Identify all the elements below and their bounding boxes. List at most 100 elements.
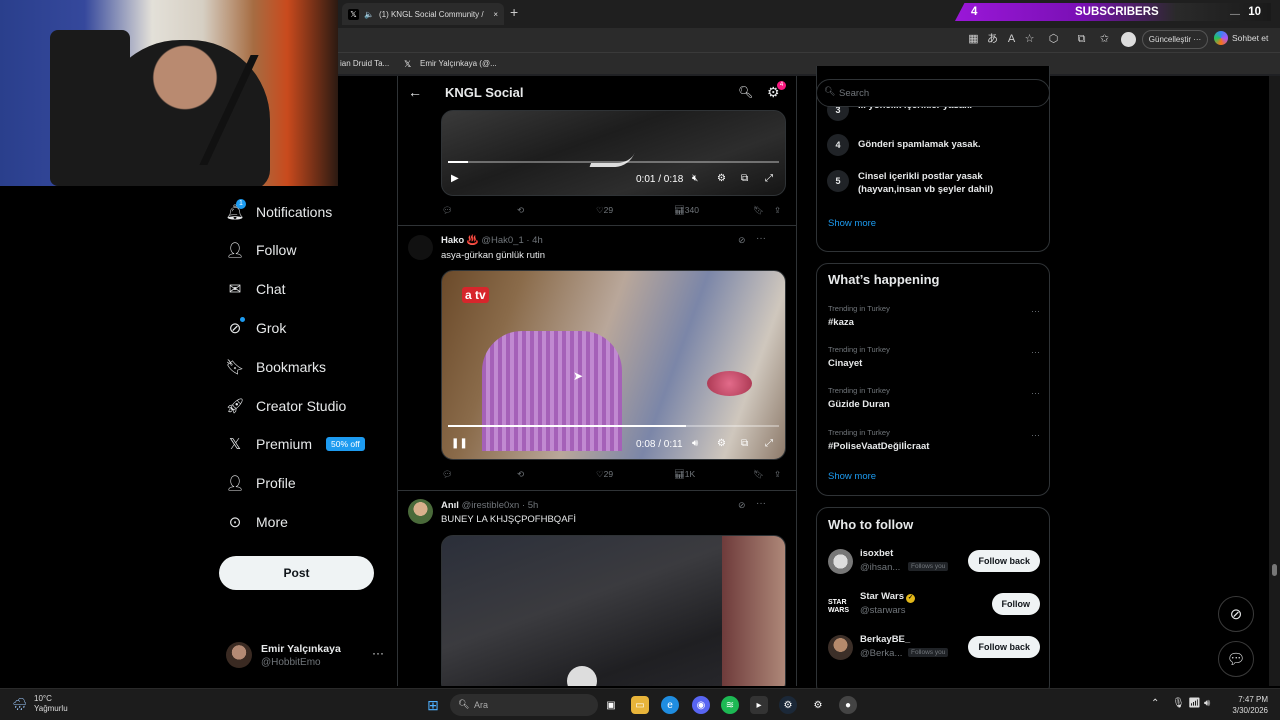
nav-grok[interactable]: ⊘ Grok bbox=[226, 316, 286, 340]
volume-icon[interactable]: 🔊︎ bbox=[1204, 698, 1210, 709]
nav-bookmarks[interactable]: 🔖︎ Bookmarks bbox=[225, 355, 326, 379]
grok-icon[interactable]: ⊘ bbox=[738, 235, 746, 246]
more-icon[interactable]: ··· bbox=[1031, 430, 1040, 440]
windows-start-icon[interactable]: ⊞ bbox=[424, 696, 442, 714]
more-icon[interactable]: ··· bbox=[1031, 306, 1040, 316]
nav-more[interactable]: ⊙ More bbox=[226, 510, 288, 534]
microphone-icon[interactable]: 🎙︎ bbox=[1172, 698, 1185, 709]
trend-item[interactable]: Trending in Turkey Güzide Duran ··· bbox=[828, 386, 1040, 410]
trend-item[interactable]: Trending in Turkey #kaza ··· bbox=[828, 304, 1040, 328]
account-more-icon[interactable]: ··· bbox=[372, 646, 384, 660]
search-icon[interactable]: 🔍︎ bbox=[738, 85, 753, 99]
follow-back-button[interactable]: Follow back bbox=[968, 550, 1040, 572]
fullscreen-icon[interactable]: ⤢ bbox=[765, 438, 773, 449]
nav-creator-studio[interactable]: 🚀︎ Creator Studio bbox=[225, 394, 346, 418]
file-explorer-icon[interactable]: ▭ bbox=[631, 696, 649, 714]
new-tab-button[interactable]: + bbox=[510, 4, 518, 20]
split-screen-icon[interactable]: ⧉ bbox=[1075, 33, 1088, 46]
reply-icon[interactable]: 💬︎ bbox=[442, 469, 453, 480]
bookmark-icon[interactable]: 🔖︎ bbox=[753, 205, 764, 216]
account-switcher[interactable]: Emir Yalçınkaya @HobbitEmo ··· bbox=[226, 640, 386, 672]
steam-icon[interactable]: ⚙ bbox=[779, 696, 797, 714]
nav-premium[interactable]: 𝕏 Premium 50% off bbox=[226, 432, 365, 456]
profile-avatar-icon[interactable] bbox=[1121, 32, 1136, 47]
speaker-icon[interactable]: 🔈 bbox=[364, 10, 374, 19]
grid-icon[interactable]: ▦ bbox=[967, 33, 980, 46]
trend-item[interactable]: Trending in Turkey #PoliseVaatDeğilİcraa… bbox=[828, 428, 1040, 452]
more-icon[interactable]: ··· bbox=[1031, 388, 1040, 398]
tweet-author[interactable]: Hako ♨️ @Hak0_1 · 4h bbox=[441, 235, 543, 246]
video-player[interactable]: a tv ➤ ❚❚ 0:08 / 0:11 🔊︎ ⚙ ⧉ ⤢ bbox=[441, 270, 786, 460]
scrollbar-thumb[interactable] bbox=[1272, 564, 1277, 576]
update-button[interactable]: Güncelleştir ··· bbox=[1142, 30, 1208, 49]
bookmark-item[interactable]: ian Druid Ta... bbox=[340, 59, 389, 68]
video-player[interactable] bbox=[441, 535, 786, 686]
read-aloud-icon[interactable]: A bbox=[1005, 33, 1018, 46]
views-button[interactable]: 📊︎ 1K bbox=[674, 469, 695, 480]
like-button[interactable]: ♡ 29 bbox=[596, 205, 613, 216]
wifi-icon[interactable]: 📶︎ bbox=[1188, 698, 1201, 709]
nav-chat[interactable]: ✉ Chat bbox=[226, 277, 286, 301]
settings-gear-icon[interactable]: ⚙ bbox=[809, 696, 827, 714]
like-button[interactable]: ♡ 29 bbox=[596, 469, 613, 480]
pip-icon[interactable]: ⧉ bbox=[741, 438, 748, 449]
obs-icon[interactable]: ● bbox=[839, 696, 857, 714]
translate-icon[interactable]: あ bbox=[986, 33, 999, 46]
play-icon[interactable]: ▶ bbox=[451, 173, 459, 184]
extensions-icon[interactable]: ⬡ bbox=[1047, 33, 1060, 46]
chevron-up-icon[interactable]: ⌃ bbox=[1151, 698, 1159, 709]
trend-item[interactable]: Trending in Turkey Cinayet ··· bbox=[828, 345, 1040, 369]
pip-icon[interactable]: ⧉ bbox=[741, 173, 748, 184]
taskbar-search[interactable]: Ara bbox=[450, 694, 598, 716]
spotify-icon[interactable]: ≋ bbox=[721, 696, 739, 714]
weather-widget[interactable]: 10°C Yağmurlu bbox=[12, 694, 68, 714]
avatar[interactable] bbox=[408, 235, 433, 260]
favorite-icon[interactable]: ☆ bbox=[1023, 33, 1036, 46]
follow-suggestion[interactable]: STAR WARS Star Wars ✓ @starwars Follow bbox=[828, 590, 1040, 620]
discord-icon[interactable]: ◉ bbox=[692, 696, 710, 714]
minimize-icon[interactable]: — bbox=[1230, 9, 1240, 20]
more-icon[interactable]: ··· bbox=[1031, 347, 1040, 357]
share-icon[interactable]: ⇪ bbox=[774, 205, 781, 216]
settings-icon[interactable]: ⚙ bbox=[717, 438, 726, 449]
more-icon[interactable]: ··· bbox=[756, 233, 766, 244]
close-tab-icon[interactable]: × bbox=[493, 10, 498, 19]
tweet-author[interactable]: Anıl @irestible0xn · 5h bbox=[441, 500, 538, 511]
system-clock[interactable]: 7:47 PM 3/30/2026 bbox=[1222, 694, 1268, 716]
avatar[interactable] bbox=[408, 499, 433, 524]
chat-copilot-button[interactable]: Sohbet et bbox=[1214, 31, 1268, 45]
video-player[interactable]: ▶ 0:01 / 0:18 🔇︎ ⚙ ⧉ ⤢ bbox=[441, 110, 786, 196]
terminal-icon[interactable]: ▸ bbox=[750, 696, 768, 714]
messages-fab-button[interactable]: 💬︎ bbox=[1218, 641, 1254, 677]
edge-browser-icon[interactable]: e bbox=[661, 696, 679, 714]
repost-icon[interactable]: ⟲ bbox=[517, 205, 524, 216]
post-button[interactable]: Post bbox=[219, 556, 374, 590]
more-icon[interactable]: ··· bbox=[756, 498, 766, 509]
fullscreen-icon[interactable]: ⤢ bbox=[765, 173, 773, 184]
bookmark-item[interactable]: Emir Yalçınkaya (@... bbox=[420, 59, 497, 68]
repost-icon[interactable]: ⟲ bbox=[517, 469, 524, 480]
follow-button[interactable]: Follow bbox=[991, 593, 1040, 615]
nav-notifications[interactable]: 🔔︎ 1 Notifications bbox=[225, 199, 332, 224]
search-input[interactable]: Search bbox=[816, 79, 1050, 107]
show-more-link[interactable]: Show more bbox=[828, 471, 876, 482]
follow-suggestion[interactable]: isoxbet @ihsan... Follows you Follow bac… bbox=[828, 547, 1040, 577]
show-more-link[interactable]: Show more bbox=[828, 218, 876, 229]
video-progress[interactable] bbox=[448, 425, 779, 427]
settings-icon[interactable]: ⚙ bbox=[717, 173, 726, 184]
views-button[interactable]: 📊︎ 340 bbox=[674, 205, 699, 216]
mute-icon[interactable]: 🔇︎ bbox=[692, 173, 698, 184]
grok-icon[interactable]: ⊘ bbox=[738, 500, 746, 511]
follow-suggestion[interactable]: BerkayBE_ @Berka... Follows you Follow b… bbox=[828, 633, 1040, 663]
pause-icon[interactable]: ❚❚ bbox=[451, 438, 468, 449]
follow-back-button[interactable]: Follow back bbox=[968, 636, 1040, 658]
nav-follow[interactable]: 👤︎ Follow bbox=[225, 238, 296, 262]
share-icon[interactable]: ⇪ bbox=[774, 469, 781, 480]
back-arrow-icon[interactable]: ← bbox=[408, 84, 422, 100]
browser-tab[interactable]: 𝕏 🔈 (1) KNGL Social Community / × bbox=[342, 3, 504, 25]
grok-fab-button[interactable]: ⊘ bbox=[1218, 596, 1254, 632]
favorites-icon[interactable]: ✩ bbox=[1098, 33, 1111, 46]
task-view-icon[interactable]: ▣ bbox=[602, 696, 620, 714]
bookmark-icon[interactable]: 🔖︎ bbox=[753, 469, 764, 480]
video-progress[interactable] bbox=[448, 161, 779, 163]
